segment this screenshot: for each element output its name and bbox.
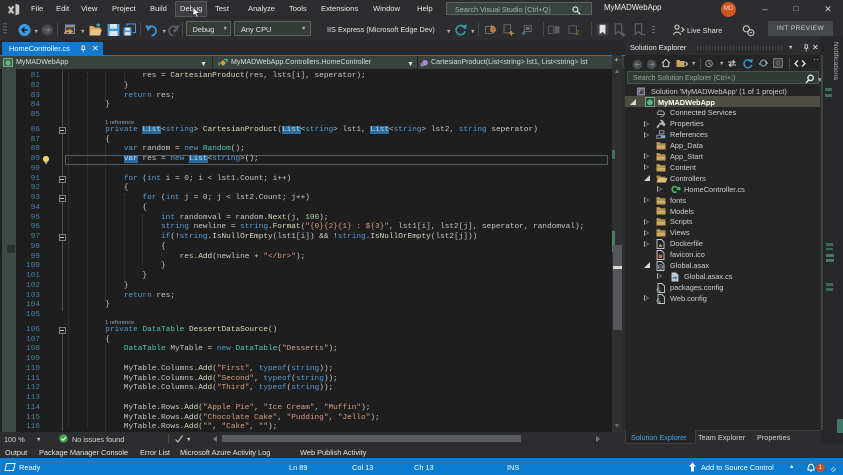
svg-text:2: 2 xyxy=(575,30,579,37)
